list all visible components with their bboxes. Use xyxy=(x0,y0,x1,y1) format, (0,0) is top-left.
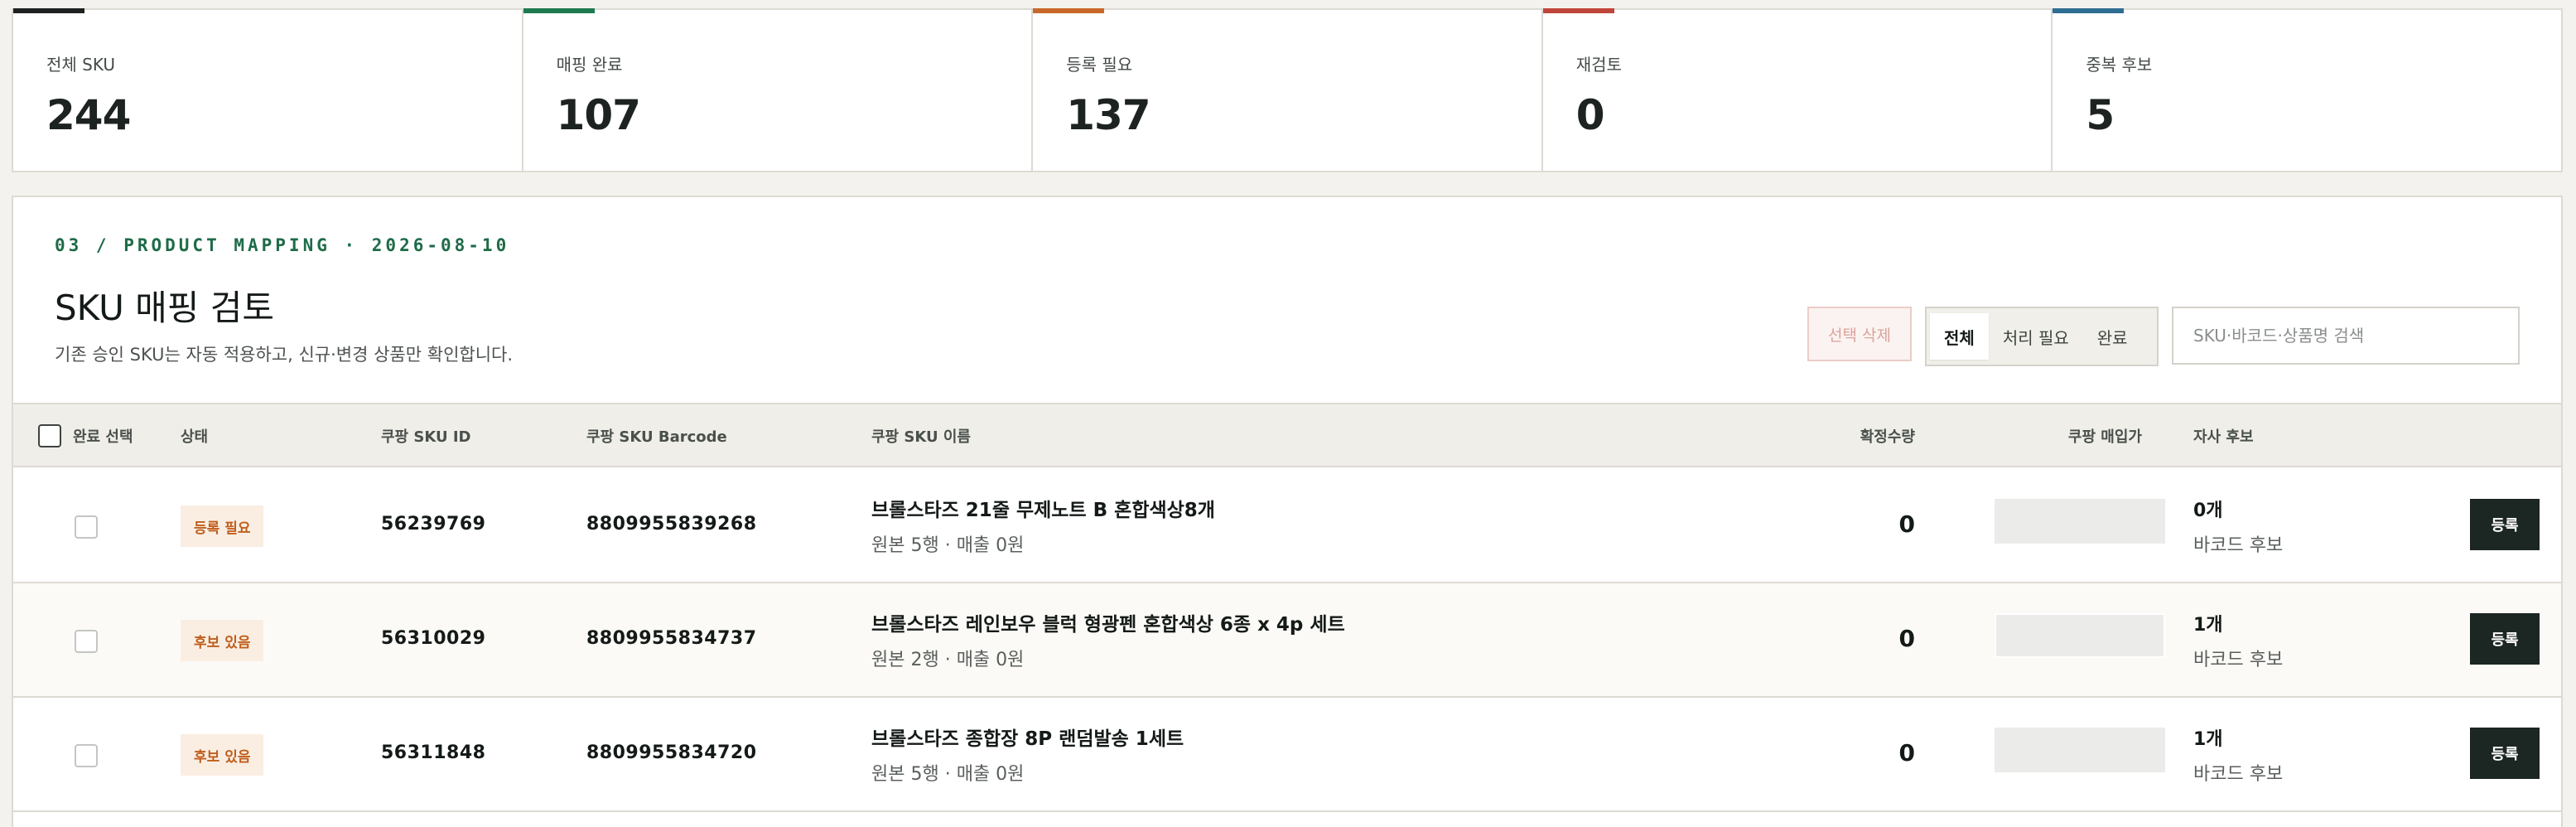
candidate-label: 바코드 후보 xyxy=(2193,764,2284,785)
table-row: 후보 있음 56311848 8809955834720 브롤스타즈 종합장 8… xyxy=(13,698,2561,812)
table-row: 등록 필요 56239769 8809955839268 브롤스타즈 21줄 무… xyxy=(13,469,2561,583)
column-header-candidate: 자사 후보 xyxy=(2193,428,2254,446)
sku-mapping-panel: 03 / PRODUCT MAPPING · 2026-08-10 SKU 매핑… xyxy=(12,196,2563,827)
stat-accent-bar xyxy=(523,8,595,13)
table-row: 후보 있음 56310029 8809955834737 브롤스타즈 레인보우 … xyxy=(13,583,2561,698)
stats-strip: 전체 SKU 244 매핑 완료 107 등록 필요 137 재검토 0 중복 … xyxy=(12,8,2563,172)
stat-label: 재검토 xyxy=(1575,55,1622,75)
page-title: SKU 매핑 검토 xyxy=(55,288,275,328)
stat-card-total: 전체 SKU 244 xyxy=(13,8,523,171)
purchase-price-input[interactable] xyxy=(1995,728,2165,772)
stat-label: 매핑 완료 xyxy=(556,55,623,75)
stat-card-needs-registration: 등록 필요 137 xyxy=(1033,8,1543,171)
search-input[interactable] xyxy=(2172,307,2520,365)
table-header: 완료 선택 상태 쿠팡 SKU ID 쿠팡 SKU Barcode 쿠팡 SKU… xyxy=(13,403,2561,467)
register-button[interactable]: 등록 xyxy=(2470,613,2540,665)
register-button[interactable]: 등록 xyxy=(2470,499,2540,550)
column-header-status: 상태 xyxy=(181,428,209,446)
candidate-count: 1개 xyxy=(2193,729,2223,750)
stat-card-review: 재검토 0 xyxy=(1542,8,2053,171)
sku-meta: 원본 5행 · 매출 0원 xyxy=(871,764,1025,785)
status-badge: 후보 있음 xyxy=(181,620,264,661)
column-header-price: 쿠팡 매입가 xyxy=(2067,428,2142,446)
stat-label: 등록 필요 xyxy=(1066,55,1133,75)
column-header-name: 쿠팡 SKU 이름 xyxy=(871,428,971,446)
column-header-barcode: 쿠팡 SKU Barcode xyxy=(586,428,727,446)
confirmed-qty: 0 xyxy=(1898,625,1915,652)
candidate-count: 1개 xyxy=(2193,615,2223,636)
stat-value: 5 xyxy=(2086,91,2115,139)
stat-card-duplicates: 중복 후보 5 xyxy=(2053,8,2561,171)
section-eyebrow: 03 / PRODUCT MAPPING · 2026-08-10 xyxy=(55,235,510,255)
sku-barcode: 8809955834737 xyxy=(586,628,757,649)
sku-barcode: 8809955839268 xyxy=(586,514,757,534)
stat-value: 0 xyxy=(1575,91,1605,139)
column-header-select: 완료 선택 xyxy=(73,428,133,446)
stat-accent-bar xyxy=(13,8,84,13)
page-subtitle: 기존 승인 SKU는 자동 적용하고, 신규·변경 상품만 확인합니다. xyxy=(55,345,514,365)
row-select-checkbox[interactable] xyxy=(75,744,98,767)
filter-tab-needs-action[interactable]: 처리 필요 xyxy=(1989,313,2083,360)
status-badge: 후보 있음 xyxy=(181,734,264,776)
column-header-sku-id: 쿠팡 SKU ID xyxy=(381,428,471,446)
select-all-control[interactable]: 완료 선택 xyxy=(38,404,133,467)
confirmed-qty: 0 xyxy=(1898,510,1915,538)
select-all-checkbox[interactable] xyxy=(38,424,61,447)
sku-meta: 원본 2행 · 매출 0원 xyxy=(871,650,1025,670)
sku-barcode: 8809955834720 xyxy=(586,742,757,763)
stat-card-mapped: 매핑 완료 107 xyxy=(523,8,1034,171)
column-header-qty: 확정수량 xyxy=(1860,428,1915,446)
delete-selected-button[interactable]: 선택 삭제 xyxy=(1807,307,1912,361)
sku-id: 56310029 xyxy=(381,628,486,649)
filter-tab-done[interactable]: 완료 xyxy=(2083,313,2142,360)
row-select-checkbox[interactable] xyxy=(75,515,98,539)
status-badge: 등록 필요 xyxy=(181,505,264,547)
confirmed-qty: 0 xyxy=(1898,739,1915,767)
stat-label: 전체 SKU xyxy=(46,55,116,75)
sku-id: 56311848 xyxy=(381,742,486,763)
candidate-count: 0개 xyxy=(2193,501,2223,521)
sku-name: 브롤스타즈 종합장 8P 랜덤발송 1세트 xyxy=(871,728,1184,750)
filter-tab-all[interactable]: 전체 xyxy=(1930,313,1989,360)
stat-value: 107 xyxy=(556,91,641,139)
row-select-checkbox[interactable] xyxy=(75,630,98,653)
purchase-price-input[interactable] xyxy=(1995,613,2165,658)
sku-id: 56239769 xyxy=(381,514,486,534)
candidate-label: 바코드 후보 xyxy=(2193,535,2284,556)
stat-value: 137 xyxy=(1066,91,1151,139)
stat-label: 중복 후보 xyxy=(2086,55,2153,75)
sku-meta: 원본 5행 · 매출 0원 xyxy=(871,535,1025,556)
candidate-label: 바코드 후보 xyxy=(2193,650,2284,670)
stat-accent-bar xyxy=(1542,8,1614,13)
purchase-price-input[interactable] xyxy=(1995,499,2165,544)
status-filter: 전체 처리 필요 완료 xyxy=(1925,307,2159,366)
stat-value: 244 xyxy=(46,91,131,139)
sku-name: 브롤스타즈 21줄 무제노트 B 혼합색상8개 xyxy=(871,500,1215,521)
register-button[interactable]: 등록 xyxy=(2470,728,2540,779)
stat-accent-bar xyxy=(2053,8,2125,13)
sku-name: 브롤스타즈 레인보우 블럭 형광펜 혼합색상 6종 x 4p 세트 xyxy=(871,614,1345,636)
stat-accent-bar xyxy=(1033,8,1105,13)
